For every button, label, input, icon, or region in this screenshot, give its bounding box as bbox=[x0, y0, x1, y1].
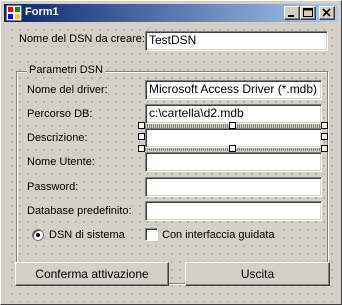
exit-button[interactable]: Uscita bbox=[185, 262, 330, 286]
minimize-button[interactable] bbox=[284, 6, 300, 20]
radio-selected-dot bbox=[36, 233, 40, 237]
close-button[interactable] bbox=[319, 6, 335, 20]
selection-handle[interactable] bbox=[138, 122, 145, 129]
default-db-label: Database predefinito: bbox=[27, 205, 132, 218]
driver-field[interactable]: Microsoft Access Driver (*.mdb) bbox=[145, 80, 322, 100]
maximize-button[interactable] bbox=[300, 6, 316, 20]
db-path-label: Percorso DB: bbox=[27, 108, 93, 121]
selection-handle[interactable] bbox=[229, 122, 236, 129]
db-path-field[interactable]: c:\cartella\d2.mdb bbox=[145, 104, 322, 124]
title-bar[interactable]: Form1 bbox=[4, 4, 338, 22]
confirm-activation-button[interactable]: Conferma attivazione bbox=[15, 262, 169, 286]
password-label: Password: bbox=[27, 181, 79, 194]
close-icon bbox=[322, 8, 331, 17]
group-title: Parametri DSN bbox=[27, 64, 105, 77]
selection-handle[interactable] bbox=[321, 122, 328, 129]
maximize-icon bbox=[303, 8, 313, 17]
username-label: Nome Utente: bbox=[27, 156, 95, 169]
username-field[interactable] bbox=[145, 152, 322, 172]
driver-label: Nome del driver: bbox=[27, 84, 108, 97]
dsn-name-label: Nome del DSN da creare: bbox=[19, 33, 145, 46]
guided-interface-checkbox[interactable] bbox=[145, 228, 158, 241]
form-client-area: Nome del DSN da creare: TestDSN Parametr… bbox=[5, 23, 338, 302]
password-field[interactable] bbox=[145, 177, 322, 197]
minimize-icon bbox=[288, 15, 294, 17]
selection-handle[interactable] bbox=[321, 145, 328, 152]
default-db-field[interactable] bbox=[145, 201, 322, 221]
selection-handle[interactable] bbox=[321, 133, 328, 140]
system-dsn-radio[interactable] bbox=[32, 229, 44, 241]
selection-handle[interactable] bbox=[138, 133, 145, 140]
form1-window: Form1 Nome del DSN da creare: TestDSN Pa… bbox=[0, 0, 342, 305]
selection-handle[interactable] bbox=[138, 145, 145, 152]
app-icon bbox=[6, 5, 22, 21]
selection-handle[interactable] bbox=[229, 145, 236, 152]
system-dsn-label[interactable]: DSN di sistema bbox=[49, 229, 127, 242]
window-title: Form1 bbox=[25, 6, 59, 18]
dsn-name-field[interactable]: TestDSN bbox=[145, 31, 328, 51]
guided-interface-label[interactable]: Con interfaccia guidata bbox=[162, 229, 277, 242]
description-label: Descrizione: bbox=[27, 132, 88, 145]
